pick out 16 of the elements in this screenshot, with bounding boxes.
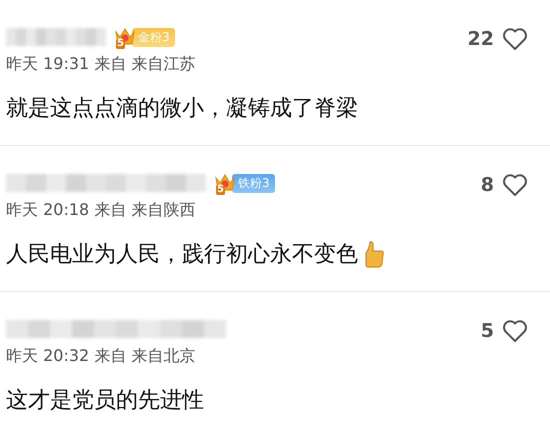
comment-meta: 昨天 19:31 来自 来自江苏 <box>6 54 196 75</box>
fan-badge: 铁粉3 <box>232 174 275 192</box>
comment-text: 人民电业为人民，践行初心永不变色 <box>6 241 358 269</box>
heart-icon[interactable] <box>502 319 528 343</box>
fan-badge: 金粉3 <box>132 28 175 46</box>
comment-meta: 昨天 20:18 来自 来自陕西 <box>6 200 196 221</box>
comment-text: 这才是党员的先进性 <box>6 387 204 415</box>
comment-meta: 昨天 20:32 来自 来自北京 <box>6 346 196 367</box>
comment-text: 就是这点点滴的微小，凝铸成了脊梁 <box>6 95 358 123</box>
heart-icon[interactable] <box>502 27 528 51</box>
like-count: 22 <box>468 28 494 50</box>
level-number: 5 <box>216 185 225 195</box>
heart-icon[interactable] <box>502 173 528 197</box>
like-count: 5 <box>480 320 494 342</box>
like-count: 8 <box>480 174 494 196</box>
level-number: 5 <box>116 39 125 49</box>
